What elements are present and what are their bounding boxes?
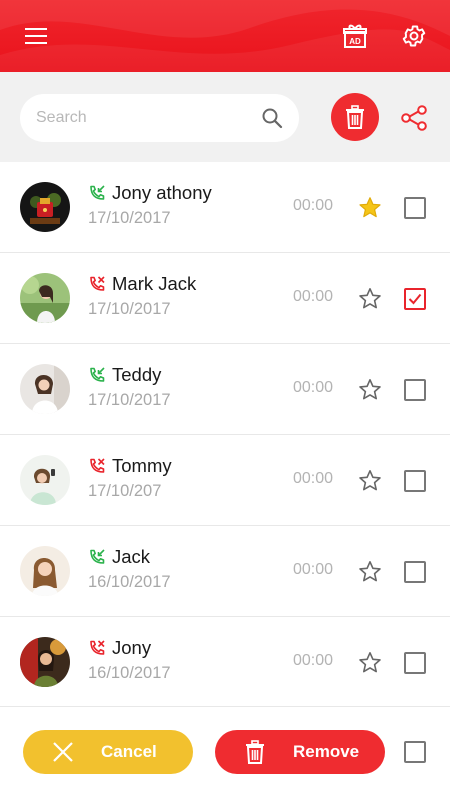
trash-icon	[346, 105, 364, 129]
call-row[interactable]: Mark Jack 17/10/2017 00:00	[0, 253, 450, 344]
favorite-star-icon[interactable]	[358, 651, 382, 675]
avatar	[20, 455, 70, 505]
app-header: AD	[0, 0, 450, 72]
search-icon[interactable]	[261, 107, 283, 129]
call-duration: 00:00	[293, 470, 334, 487]
avatar	[20, 364, 70, 414]
gear-icon	[402, 25, 426, 47]
menu-button[interactable]	[20, 20, 52, 52]
missed-call-icon	[90, 276, 105, 291]
missed-call-icon	[90, 640, 105, 655]
select-checkbox[interactable]	[404, 379, 426, 401]
trash-icon	[246, 740, 264, 764]
call-duration: 00:00	[293, 652, 334, 669]
avatar	[20, 273, 70, 323]
hamburger-menu-icon	[25, 28, 47, 44]
incoming-call-icon	[90, 367, 105, 382]
call-date: 16/10/2017	[88, 573, 171, 591]
call-duration: 00:00	[293, 288, 334, 305]
favorite-star-filled-icon[interactable]	[358, 196, 382, 220]
incoming-call-icon	[90, 185, 105, 200]
call-recorder-app: AD Search Jony athony 17/10/2017 00:00 M…	[0, 0, 450, 800]
bottom-action-bar: Cancel Remove	[0, 706, 450, 800]
search-box[interactable]	[20, 94, 299, 142]
remove-button[interactable]: Remove	[215, 730, 385, 774]
missed-call-icon	[90, 458, 105, 473]
avatar	[20, 546, 70, 596]
contact-name: Jony	[112, 637, 152, 658]
ad-badge-text: AD	[349, 37, 361, 46]
checkmark-icon	[408, 293, 422, 305]
share-icon[interactable]	[400, 105, 428, 131]
call-date: 16/10/2017	[88, 664, 171, 682]
call-date: 17/10/2017	[88, 300, 171, 318]
call-row[interactable]: Jack 16/10/2017 00:00	[0, 526, 450, 617]
search-toolbar	[0, 72, 450, 162]
select-checkbox[interactable]	[404, 652, 426, 674]
contact-name: Tommy	[112, 455, 172, 476]
contact-name: Mark Jack	[112, 273, 197, 294]
call-date: 17/10/207	[88, 482, 162, 500]
settings-button[interactable]	[398, 20, 430, 52]
header-wave-decoration	[0, 0, 450, 72]
select-all-checkbox[interactable]	[404, 741, 426, 763]
call-row[interactable]: Jony 16/10/2017 00:00	[0, 617, 450, 708]
contact-name: Jony athony	[112, 182, 212, 203]
call-duration: 00:00	[293, 379, 334, 396]
close-icon	[53, 742, 73, 762]
search-input[interactable]	[36, 94, 256, 142]
call-date: 17/10/2017	[88, 391, 171, 409]
call-duration: 00:00	[293, 561, 334, 578]
call-row[interactable]: Teddy 17/10/2017 00:00	[0, 344, 450, 435]
avatar	[20, 637, 70, 687]
call-log-list: Jony athony 17/10/2017 00:00 Mark Jack 1…	[0, 162, 450, 708]
remove-button-label: Remove	[293, 742, 360, 761]
select-checkbox-checked[interactable]	[404, 288, 426, 310]
call-duration: 00:00	[293, 197, 334, 214]
avatar	[20, 182, 70, 232]
favorite-star-icon[interactable]	[358, 560, 382, 584]
favorite-star-icon[interactable]	[358, 469, 382, 493]
call-date: 17/10/2017	[88, 209, 171, 227]
favorite-star-icon[interactable]	[358, 287, 382, 311]
delete-selected-button[interactable]	[331, 93, 379, 141]
ad-gift-button[interactable]: AD	[339, 20, 371, 52]
call-row[interactable]: Tommy 17/10/207 00:00	[0, 435, 450, 526]
contact-name: Teddy	[112, 364, 162, 385]
select-checkbox[interactable]	[404, 197, 426, 219]
gift-ad-icon: AD	[343, 24, 367, 48]
call-row[interactable]: Jony athony 17/10/2017 00:00	[0, 162, 450, 253]
cancel-button-label: Cancel	[101, 742, 157, 761]
select-checkbox[interactable]	[404, 470, 426, 492]
favorite-star-icon[interactable]	[358, 378, 382, 402]
contact-name: Jack	[112, 546, 151, 567]
cancel-button[interactable]: Cancel	[23, 730, 193, 774]
select-checkbox[interactable]	[404, 561, 426, 583]
incoming-call-icon	[90, 549, 105, 564]
